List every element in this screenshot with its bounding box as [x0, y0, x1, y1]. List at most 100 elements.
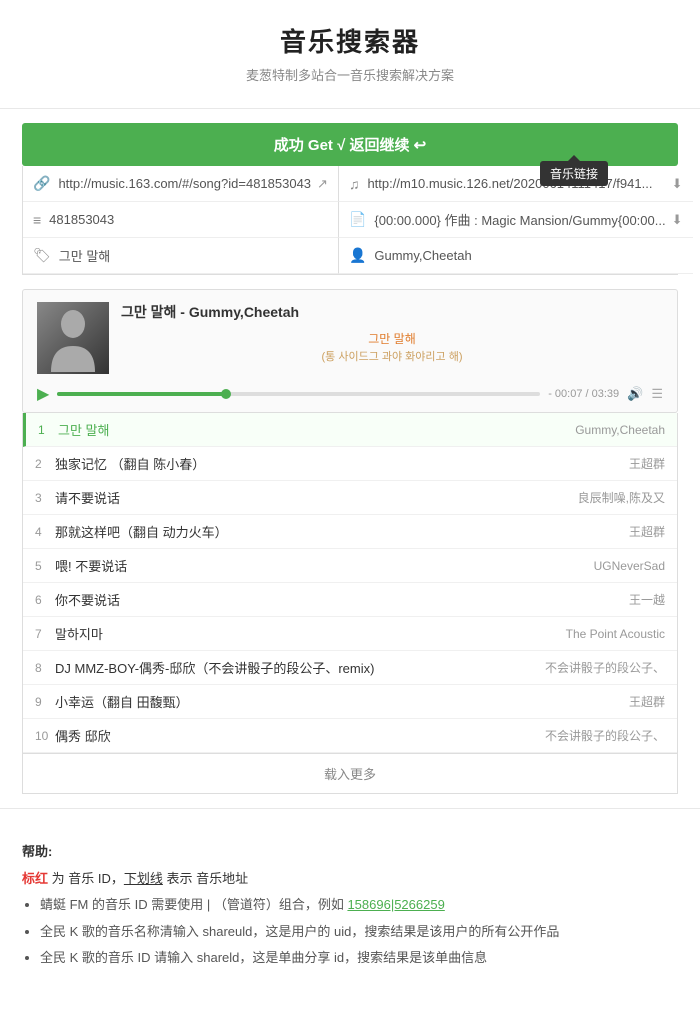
load-more-button[interactable]: 载入更多	[22, 754, 678, 794]
highlight-red-text: 标红	[22, 871, 48, 886]
field-song-id: ≡ 481853043	[23, 202, 339, 238]
player-controls: ▶ - 00:07 / 03:39 🔊 ☰	[37, 384, 663, 412]
track-artist: 王超群	[629, 693, 665, 710]
track-number: 1	[38, 423, 58, 437]
field-netease-url: 🔗 http://music.163.com/#/song?id=4818530…	[23, 166, 339, 202]
field-music-url: ♫ http://m10.music.126.net/2020061411141…	[339, 166, 693, 202]
track-name: 那就这样吧（翻自 动力火车）	[55, 522, 629, 541]
track-number: 3	[35, 491, 55, 505]
track-item[interactable]: 6 你不要说话 王一越	[23, 583, 677, 617]
track-list: 1 그만 말해 Gummy,Cheetah 2 独家记忆 （翻自 陈小春） 王超…	[22, 413, 678, 754]
track-name: 独家记忆 （翻自 陈小春）	[55, 454, 629, 473]
lrc-value: {00:00.000} 作曲 : Magic Mansion/Gummy{00:…	[374, 210, 665, 229]
track-artist: UGNeverSad	[594, 559, 665, 573]
lyrics-area: 그만 말해 (통 사이드그 과야 화야리고 해)	[121, 330, 663, 367]
track-number: 9	[35, 695, 55, 709]
song-id-value: 481853043	[49, 212, 328, 227]
field-song-name: 🏷 그만 말해	[23, 238, 339, 274]
page-subtitle: 麦葱特制多站合一音乐搜索解决方案	[0, 65, 700, 84]
album-art-inner	[37, 302, 109, 374]
success-label: 成功 Get √ 返回继续 ↩	[274, 137, 426, 154]
track-name: 喂! 不要说话	[55, 556, 594, 575]
volume-icon[interactable]: 🔊	[627, 386, 643, 402]
help-list-item: 蜻蜓 FM 的音乐 ID 需要使用 | （管道符）组合，例如 158696|52…	[40, 893, 678, 918]
player-top: 그만 말해 - Gummy,Cheetah 그만 말해 (통 사이드그 과야 화…	[37, 302, 663, 374]
highlight-underline-text: 下划线	[124, 871, 163, 886]
track-number: 5	[35, 559, 55, 573]
link-icon: 🔗	[33, 175, 50, 192]
song-name-value: 그만 말해	[59, 246, 328, 265]
page-header: 音乐搜索器 麦葱特制多站合一音乐搜索解决方案	[0, 0, 700, 94]
success-bar-wrapper: 成功 Get √ 返回继续 ↩ 音乐链接	[22, 123, 678, 166]
album-art-svg	[37, 302, 109, 374]
lyrics-line-2: (통 사이드그 과야 화야리고 해)	[121, 349, 663, 367]
track-artist: 不会讲骰子的段公子、	[545, 727, 665, 744]
tag-icon: 🏷	[33, 247, 51, 264]
player-card: 그만 말해 - Gummy,Cheetah 그만 말해 (통 사이드그 과야 화…	[22, 289, 678, 413]
track-item[interactable]: 4 那就这样吧（翻自 动力火车） 王超群	[23, 515, 677, 549]
player-info: 그만 말해 - Gummy,Cheetah 그만 말해 (통 사이드그 과야 화…	[121, 302, 663, 367]
content-divider	[0, 808, 700, 809]
track-name: 小幸运（翻自 田馥甄）	[55, 692, 629, 711]
track-number: 2	[35, 457, 55, 471]
progress-bar[interactable]	[57, 392, 540, 396]
open-url-button[interactable]: ↗	[317, 176, 328, 192]
track-item[interactable]: 2 独家记忆 （翻自 陈小春） 王超群	[23, 447, 677, 481]
track-name: 그만 말해	[58, 420, 575, 439]
track-item[interactable]: 3 请不要说话 良辰制噪,陈及又	[23, 481, 677, 515]
tooltip-music-link: 音乐链接	[540, 161, 608, 186]
field-artist: 👤 Gummy,Cheetah	[339, 238, 693, 274]
track-artist: 不会讲骰子的段公子、	[545, 659, 665, 676]
help-list: 蜻蜓 FM 的音乐 ID 需要使用 | （管道符）组合，例如 158696|52…	[22, 893, 678, 971]
help-section: 帮助: 标红 为 音乐 ID，下划线 表示 音乐地址 蜻蜓 FM 的音乐 ID …	[0, 823, 700, 983]
netease-url-value: http://music.163.com/#/song?id=481853043	[58, 176, 311, 191]
track-artist: 良辰制噪,陈及又	[578, 489, 665, 506]
album-art	[37, 302, 109, 374]
download-lrc-button[interactable]: ⬇	[672, 212, 683, 228]
track-artist: 王超群	[629, 455, 665, 472]
player-ctrl-icons: 🔊 ☰	[627, 386, 663, 402]
track-name: 말하지마	[55, 624, 566, 643]
track-item[interactable]: 8 DJ MMZ-BOY-偶秀-邸欣（不会讲骰子的段公子、remix) 不会讲骰…	[23, 651, 677, 685]
progress-dot	[221, 389, 231, 399]
lyrics-line-1: 그만 말해	[121, 330, 663, 349]
track-number: 6	[35, 593, 55, 607]
help-desc: 标红 为 音乐 ID，下划线 表示 音乐地址	[22, 868, 678, 887]
track-item[interactable]: 10 偶秀 邸欣 不会讲骰子的段公子、	[23, 719, 677, 753]
play-button[interactable]: ▶	[37, 384, 49, 404]
music-note-icon: ♫	[349, 176, 360, 192]
header-divider	[0, 108, 700, 109]
track-item[interactable]: 7 말하지마 The Point Acoustic	[23, 617, 677, 651]
track-name: DJ MMZ-BOY-偶秀-邸欣（不会讲骰子的段公子、remix)	[55, 658, 545, 677]
person-icon: 👤	[349, 247, 366, 264]
main-content: 成功 Get √ 返回继续 ↩ 音乐链接 🔗 http://music.163.…	[0, 123, 700, 794]
track-name: 偶秀 邸欣	[55, 726, 545, 745]
track-number: 8	[35, 661, 55, 675]
page-title: 音乐搜索器	[0, 22, 700, 59]
music-url-value: http://m10.music.126.net/20200614111417/…	[367, 176, 665, 191]
track-item[interactable]: 5 喂! 不要说话 UGNeverSad	[23, 549, 677, 583]
track-number: 10	[35, 729, 55, 743]
progress-fill	[57, 392, 226, 396]
song-title: 그만 말해 - Gummy,Cheetah	[121, 302, 663, 322]
track-artist: The Point Acoustic	[566, 627, 665, 641]
track-number: 7	[35, 627, 55, 641]
help-title: 帮助:	[22, 841, 678, 860]
list-icon: ≡	[33, 212, 41, 228]
track-name: 你不要说话	[55, 590, 629, 609]
track-artist: Gummy,Cheetah	[575, 423, 665, 437]
track-artist: 王超群	[629, 523, 665, 540]
doc-icon: 📄	[349, 211, 366, 228]
track-artist: 王一越	[629, 591, 665, 608]
help-list-item: 全民 K 歌的音乐 ID 请输入 shareld，这是单曲分享 id，搜索结果是…	[40, 946, 678, 971]
download-music-button[interactable]: ⬇	[672, 176, 683, 192]
field-lrc: 📄 {00:00.000} 作曲 : Magic Mansion/Gummy{0…	[339, 202, 693, 238]
track-name: 请不要说话	[55, 488, 578, 507]
track-number: 4	[35, 525, 55, 539]
time-display: - 00:07 / 03:39	[548, 388, 619, 400]
track-item[interactable]: 1 그만 말해 Gummy,Cheetah	[23, 413, 677, 447]
help-list-item: 全民 K 歌的音乐名称清输入 shareuld，这是用户的 uid，搜索结果是该…	[40, 920, 678, 945]
track-item[interactable]: 9 小幸运（翻自 田馥甄） 王超群	[23, 685, 677, 719]
artist-value: Gummy,Cheetah	[374, 248, 682, 263]
list-toggle-icon[interactable]: ☰	[651, 386, 663, 402]
